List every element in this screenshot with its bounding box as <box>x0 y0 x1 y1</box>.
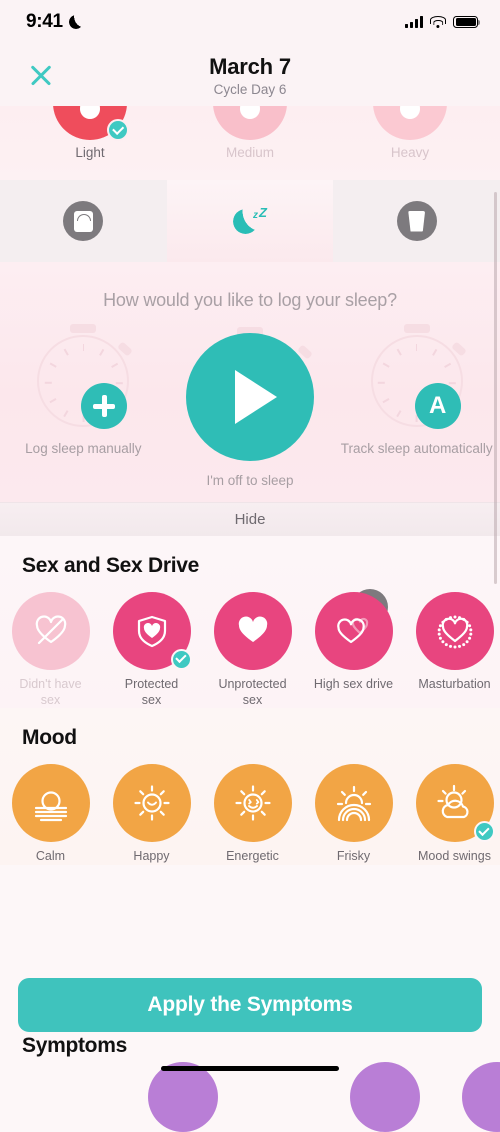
blood-drop-icon <box>53 106 129 141</box>
sleep-option-off-to-sleep[interactable]: I'm off to sleep <box>167 327 334 490</box>
close-icon[interactable] <box>26 60 56 90</box>
sleep-option-track-automatically[interactable]: A Track sleep automatically <box>333 327 500 458</box>
sun-rainbow-icon <box>314 764 393 843</box>
section-title: Mood <box>22 726 77 750</box>
sun-waves-icon <box>11 764 90 843</box>
sleep-option-label: Log sleep manually <box>25 441 142 456</box>
crescent-moon-icon <box>69 15 83 29</box>
play-triangle-icon <box>234 370 277 424</box>
option-label: Calm <box>35 849 66 864</box>
sleep-option-label: I'm off to sleep <box>206 473 294 488</box>
sleep-question: How would you like to log your sleep? <box>103 290 397 310</box>
mood-option-calm[interactable]: Calm <box>0 764 101 865</box>
sex-option-masturbation[interactable]: Masturbation <box>404 591 500 708</box>
page-title: March 7 <box>209 53 291 79</box>
flow-option-heavy[interactable]: Heavy <box>330 106 490 160</box>
cellular-bars-icon <box>405 16 423 28</box>
flow-options-row: Light Medium Heavy <box>0 106 500 160</box>
option-label: Mood swings <box>418 849 491 864</box>
option-label: Energetic <box>226 849 279 864</box>
status-bar-left: 9:41 <box>26 11 83 33</box>
flow-option-label: Light <box>75 145 105 160</box>
water-glass-icon <box>396 201 437 241</box>
stopwatch-plus-icon <box>31 327 135 435</box>
option-label: High sex drive <box>313 676 394 691</box>
sun-energetic-icon <box>213 764 292 843</box>
sleep-option-label: Track sleep automatically <box>340 441 493 456</box>
section-title: Sex and Sex Drive <box>22 553 199 577</box>
sex-option-high-sex-drive[interactable]: High sex drive <box>303 591 404 708</box>
option-label: Protected sex <box>124 676 179 707</box>
mood-option-mood-swings[interactable]: Mood swings <box>404 764 500 865</box>
home-indicator <box>161 1065 339 1071</box>
play-button-icon <box>182 327 318 467</box>
heart-filled-icon <box>213 591 292 670</box>
heart-crossed-icon <box>11 591 90 670</box>
option-label: Frisky <box>336 849 371 864</box>
auto-badge: A <box>414 383 461 429</box>
clock-time: 9:41 <box>26 11 63 32</box>
page-header: March 7 Cycle Day 6 <box>0 44 500 106</box>
sex-and-sex-drive-section: Sex and Sex Drive Didn't have sex Protect… <box>0 535 500 709</box>
sex-option-didn-t-have-sex[interactable]: Didn't have sex <box>0 591 101 708</box>
apply-symptoms-button[interactable]: Apply the Symptoms <box>18 978 482 1032</box>
option-label: Unprotected sex <box>218 676 287 707</box>
mood-option-energetic[interactable]: Energetic <box>202 764 303 865</box>
tab-water[interactable] <box>333 180 500 262</box>
sleep-option-log-manually[interactable]: Log sleep manually <box>0 327 167 458</box>
status-bar: 9:41 <box>0 0 500 44</box>
sex-option-protected-sex[interactable]: Protected sex <box>101 591 202 708</box>
option-label: Happy <box>133 849 170 864</box>
tab-weight[interactable] <box>0 180 167 262</box>
flow-option-label: Medium <box>225 145 274 160</box>
symptoms-section-title: Symptoms <box>22 1034 127 1057</box>
heart-dotted-icon <box>415 591 494 670</box>
sleep-panel: How would you like to log your sleep? Lo… <box>0 262 500 625</box>
sleep-options-row: Log sleep manually I'm off to sleep A Tr… <box>0 327 500 490</box>
sex-option-unprotected-sex[interactable]: Unprotected sex <box>202 591 303 708</box>
blood-drop-icon <box>213 106 287 140</box>
sex-options-row: Didn't have sex Protected sex Unprotected … <box>0 578 500 708</box>
mood-option-frisky[interactable]: Frisky <box>303 764 404 865</box>
plus-badge <box>81 383 128 429</box>
mood-option-happy[interactable]: Happy <box>101 764 202 865</box>
sleep-moon-zz-icon: zZ <box>233 205 267 236</box>
wifi-icon <box>430 16 446 28</box>
vertical-scrollbar[interactable] <box>494 192 497 584</box>
shield-heart-icon <box>112 591 192 670</box>
hide-sleep-panel-button[interactable]: Hide <box>0 501 500 536</box>
cycle-day-subtitle: Cycle Day 6 <box>213 81 287 97</box>
mood-section: Mood Calm Happy Energetic Frisky Mood swings <box>0 708 500 865</box>
flow-option-light[interactable]: Light <box>10 106 170 160</box>
auto-badge-letter: A <box>429 392 447 419</box>
weight-scale-icon <box>63 201 104 241</box>
tab-sleep[interactable]: zZ <box>166 180 334 262</box>
heart-double-icon <box>314 591 393 670</box>
mood-options-row: Calm Happy Energetic Frisky Mood swings <box>0 750 500 865</box>
category-tabs: zZ <box>0 180 500 262</box>
selected-checkmark-icon <box>107 119 129 141</box>
battery-full-icon <box>453 15 481 29</box>
sun-cloud-icon <box>415 764 495 843</box>
flow-option-label: Heavy <box>390 145 430 160</box>
selected-checkmark-icon <box>473 821 495 843</box>
selected-checkmark-icon <box>170 648 192 670</box>
stopwatch-auto-icon: A <box>365 327 469 435</box>
flow-section: Light Medium Heavy <box>0 106 500 180</box>
option-label: Didn't have sex <box>19 676 82 707</box>
sun-smile-icon <box>112 764 191 843</box>
option-label: Masturbation <box>418 676 491 691</box>
flow-option-medium[interactable]: Medium <box>170 106 330 160</box>
status-bar-right <box>405 15 481 29</box>
blood-drop-icon <box>373 106 447 140</box>
